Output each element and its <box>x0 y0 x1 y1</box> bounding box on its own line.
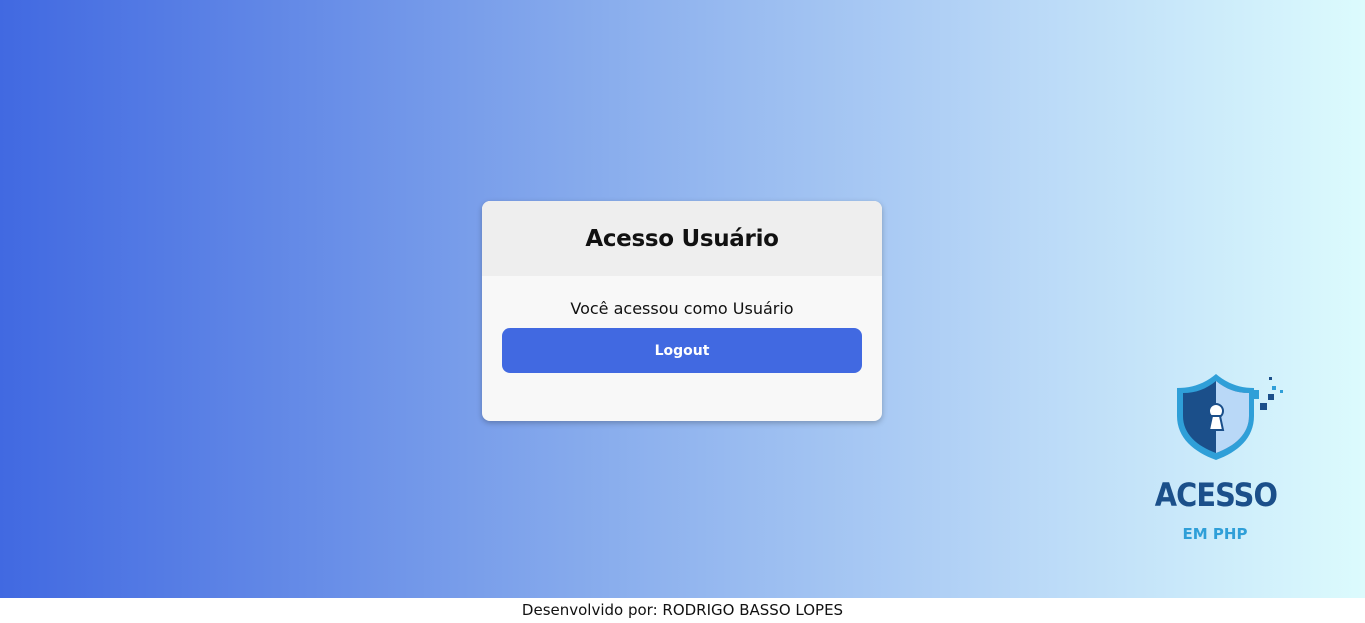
card-title: Acesso Usuário <box>585 225 779 252</box>
logout-button[interactable]: Logout <box>502 328 862 373</box>
page-background: Acesso Usuário Você acessou como Usuário… <box>0 0 1365 598</box>
card-body: Você acessou como Usuário Logout <box>482 276 882 373</box>
logo: ACESSO EM PHP <box>1148 372 1288 547</box>
footer: Desenvolvido por: RODRIGO BASSO LOPES <box>0 598 1365 623</box>
access-card: Acesso Usuário Você acessou como Usuário… <box>482 201 882 421</box>
logo-title: ACESSO <box>1154 476 1278 514</box>
footer-credit: Desenvolvido por: RODRIGO BASSO LOPES <box>521 601 844 619</box>
card-header: Acesso Usuário <box>482 201 882 276</box>
shield-keyhole-icon <box>1177 374 1283 460</box>
logo-subtitle: EM PHP <box>1182 525 1248 543</box>
status-text: Você acessou como Usuário <box>570 299 794 318</box>
